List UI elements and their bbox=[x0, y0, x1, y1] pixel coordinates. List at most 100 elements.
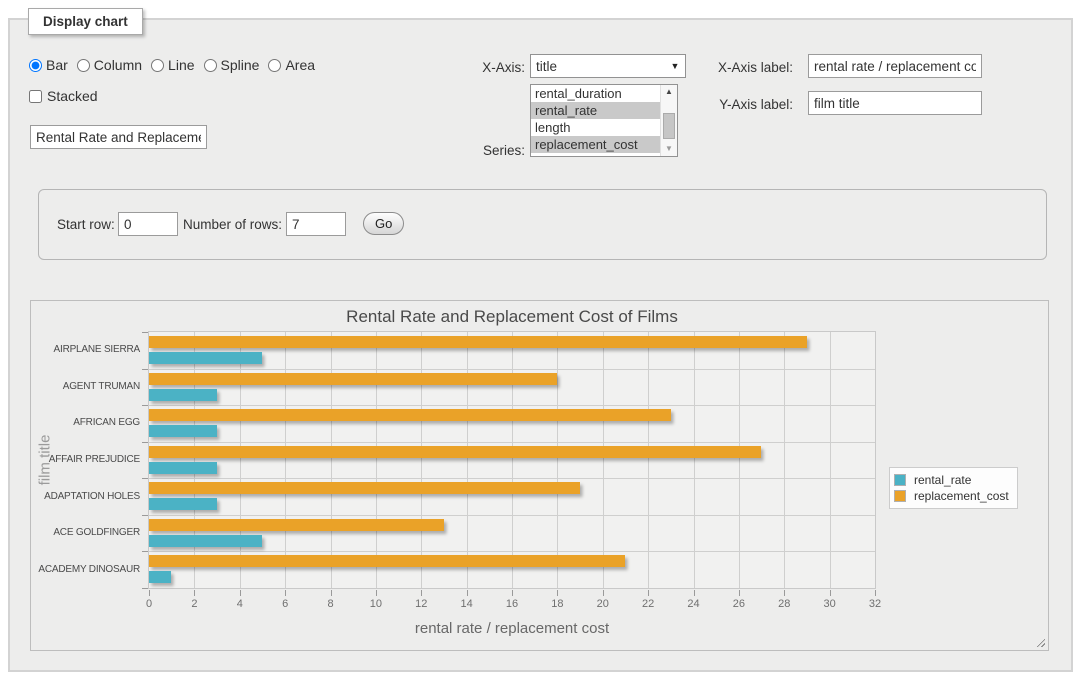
gridline bbox=[421, 332, 422, 588]
axis-tick bbox=[830, 590, 831, 596]
axis-tick bbox=[285, 590, 286, 596]
bar-replacement_cost bbox=[149, 482, 580, 494]
gridline bbox=[149, 515, 875, 516]
chart-type-label[interactable]: Spline bbox=[221, 57, 260, 73]
axis-tick bbox=[142, 369, 148, 370]
category-label: AFFAIR PREJUDICE bbox=[33, 454, 140, 465]
bar-rental_rate bbox=[149, 571, 171, 583]
stacked-checkbox[interactable] bbox=[29, 90, 42, 103]
page: Display chart BarColumnLineSplineArea St… bbox=[0, 0, 1081, 681]
series-option-rental_rate[interactable]: rental_rate bbox=[531, 102, 660, 119]
axis-tick bbox=[240, 590, 241, 596]
chart-type-bar[interactable]: Bar bbox=[29, 57, 68, 73]
axis-tick bbox=[467, 590, 468, 596]
chart-type-column[interactable]: Column bbox=[77, 57, 142, 73]
row-controls-panel: Start row: Number of rows: Go bbox=[38, 189, 1047, 260]
x-tick-label: 22 bbox=[633, 598, 663, 610]
x-tick-label: 32 bbox=[860, 598, 890, 610]
axis-tick bbox=[194, 590, 195, 596]
bar-replacement_cost bbox=[149, 555, 625, 567]
scrollbar-thumb[interactable] bbox=[663, 113, 675, 139]
gridline bbox=[149, 478, 875, 479]
legend-swatch-icon bbox=[894, 474, 906, 486]
axis-tick bbox=[142, 551, 148, 552]
number-of-rows-input[interactable] bbox=[286, 212, 346, 236]
category-label: AGENT TRUMAN bbox=[33, 381, 140, 392]
resize-handle-icon[interactable] bbox=[1034, 636, 1045, 647]
start-row-label: Start row: bbox=[57, 217, 115, 232]
chart-type-spline[interactable]: Spline bbox=[204, 57, 260, 73]
x-tick-label: 28 bbox=[769, 598, 799, 610]
axis-tick bbox=[331, 590, 332, 596]
legend-label: replacement_cost bbox=[906, 489, 1009, 503]
chart-type-line[interactable]: Line bbox=[151, 57, 194, 73]
series-options: rental_durationrental_ratelengthreplacem… bbox=[531, 85, 660, 156]
gridline bbox=[376, 332, 377, 588]
gridline bbox=[557, 332, 558, 588]
category-label: ADAPTATION HOLES bbox=[33, 491, 140, 502]
bar-replacement_cost bbox=[149, 409, 671, 421]
series-option-rental_duration[interactable]: rental_duration bbox=[531, 85, 660, 102]
chart-type-label[interactable]: Line bbox=[168, 57, 194, 73]
chart-legend: rental_ratereplacement_cost bbox=[889, 467, 1018, 509]
chart-type-label[interactable]: Column bbox=[94, 57, 142, 73]
bar-rental_rate bbox=[149, 498, 217, 510]
chart-title-input[interactable] bbox=[30, 125, 207, 149]
gridline bbox=[149, 442, 875, 443]
chart-type-label[interactable]: Bar bbox=[46, 57, 68, 73]
chart-type-radio-column[interactable] bbox=[77, 59, 90, 72]
gridline bbox=[240, 332, 241, 588]
bar-replacement_cost bbox=[149, 519, 444, 531]
gridline bbox=[285, 332, 286, 588]
dropdown-arrow-icon[interactable]: ▼ bbox=[665, 61, 685, 71]
gridline bbox=[149, 551, 875, 552]
bar-rental_rate bbox=[149, 462, 217, 474]
series-option-length[interactable]: length bbox=[531, 119, 660, 136]
x-axis-select[interactable]: title ▼ bbox=[530, 54, 686, 78]
category-label: ACADEMY DINOSAUR bbox=[33, 564, 140, 575]
series-listbox[interactable]: rental_durationrental_ratelengthreplacem… bbox=[530, 84, 678, 157]
x-tick-label: 2 bbox=[179, 598, 209, 610]
chart-type-radio-spline[interactable] bbox=[204, 59, 217, 72]
axis-tick bbox=[694, 590, 695, 596]
axis-tick bbox=[142, 442, 148, 443]
chart-type-radio-bar[interactable] bbox=[29, 59, 42, 72]
bar-rental_rate bbox=[149, 535, 262, 547]
stacked-option[interactable]: Stacked bbox=[29, 88, 98, 104]
axis-tick bbox=[142, 515, 148, 516]
x-tick-label: 20 bbox=[588, 598, 618, 610]
bar-replacement_cost bbox=[149, 373, 557, 385]
start-row-input[interactable] bbox=[118, 212, 178, 236]
chart-type-label[interactable]: Area bbox=[285, 57, 315, 73]
scroll-up-icon[interactable]: ▲ bbox=[661, 85, 677, 99]
go-button[interactable]: Go bbox=[363, 212, 404, 235]
x-axis-label-input[interactable] bbox=[808, 54, 982, 78]
chart-type-radio-area[interactable] bbox=[268, 59, 281, 72]
stacked-label: Stacked bbox=[47, 88, 98, 104]
x-tick-label: 10 bbox=[361, 598, 391, 610]
bar-rental_rate bbox=[149, 352, 262, 364]
scroll-down-icon[interactable]: ▼ bbox=[661, 142, 677, 156]
chart-type-radio-line[interactable] bbox=[151, 59, 164, 72]
legend-item-rental_rate: rental_rate bbox=[894, 472, 1009, 488]
x-axis-label-field-label: X-Axis label: bbox=[698, 60, 793, 75]
y-axis-label-input[interactable] bbox=[808, 91, 982, 115]
axis-tick bbox=[142, 332, 148, 333]
series-option-replacement_cost[interactable]: replacement_cost bbox=[531, 136, 660, 153]
category-label: AIRPLANE SIERRA bbox=[33, 344, 140, 355]
axis-tick bbox=[784, 590, 785, 596]
gridline bbox=[784, 332, 785, 588]
series-scrollbar[interactable]: ▲ ▼ bbox=[660, 85, 677, 156]
x-tick-label: 12 bbox=[406, 598, 436, 610]
x-tick-label: 6 bbox=[270, 598, 300, 610]
chart-type-group: Bar Column Line Spline Area bbox=[29, 57, 315, 73]
gridline bbox=[830, 332, 831, 588]
chart-type-area[interactable]: Area bbox=[268, 57, 315, 73]
x-axis-select-value: title bbox=[531, 59, 665, 74]
x-axis-label: X-Axis: bbox=[450, 60, 525, 75]
bar-rental_rate bbox=[149, 425, 217, 437]
legend-swatch-icon bbox=[894, 490, 906, 502]
axis-tick bbox=[603, 590, 604, 596]
x-tick-label: 26 bbox=[724, 598, 754, 610]
axis-tick bbox=[149, 590, 150, 596]
